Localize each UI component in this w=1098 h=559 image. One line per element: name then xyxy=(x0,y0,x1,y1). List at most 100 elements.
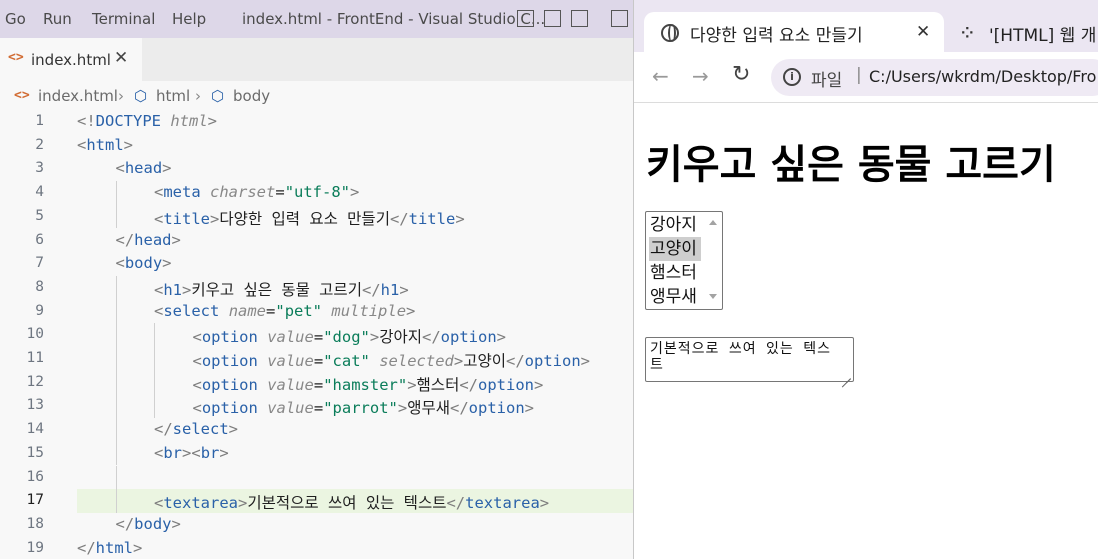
code-line[interactable]: 8 <h1>키우고 싶은 동물 고르기</h1> xyxy=(0,275,633,300)
code-token: html xyxy=(170,112,208,130)
code-editor[interactable]: 1 <!DOCTYPE html> 2 <html> 3 <head> 4 <meta cha… xyxy=(0,110,633,559)
toggle-secondary-sidebar-icon[interactable] xyxy=(571,10,588,27)
code-token: > xyxy=(238,494,248,513)
textarea[interactable]: 기본적으로 쓰여 있는 텍스트 xyxy=(645,337,854,382)
line-number: 7 xyxy=(35,255,44,272)
info-icon[interactable]: i xyxy=(783,68,801,86)
code-token: </ xyxy=(115,514,135,533)
menu-help[interactable]: Help xyxy=(172,10,206,28)
code-token: "pet" xyxy=(275,301,323,320)
editor-tab-index-html[interactable]: <> index.html ✕ xyxy=(0,38,142,81)
code-line[interactable]: 12 <option value="hamster">햄스터</option> xyxy=(0,370,633,395)
close-icon[interactable]: ✕ xyxy=(916,22,930,42)
browser-tab-second[interactable]: ⁘ '[HTML] 웹 개 xyxy=(954,12,1098,52)
code-token: option xyxy=(201,328,258,347)
address-bar[interactable]: i 파일 | C:/Users/wkrdm/Desktop/Fro xyxy=(771,59,1098,96)
code-text: <textarea>기본적으로 쓰여 있는 텍스트</textarea> xyxy=(154,491,549,513)
resize-grip-icon[interactable] xyxy=(841,369,851,379)
code-token: br xyxy=(200,443,220,462)
menu-terminal[interactable]: Terminal xyxy=(92,10,155,28)
code-line[interactable]: 2 <html> xyxy=(0,134,633,158)
code-text: <meta charset="utf-8"> xyxy=(154,183,359,201)
toggle-panel-icon[interactable] xyxy=(544,10,561,27)
menu-go[interactable]: Go xyxy=(5,10,26,28)
line-number: 4 xyxy=(35,184,44,201)
code-token: "dog" xyxy=(323,328,370,347)
code-line[interactable]: 4 <meta charset="utf-8"> xyxy=(0,181,633,205)
line-number: 6 xyxy=(35,231,44,248)
indent-guide xyxy=(115,418,117,442)
code-token: h1 xyxy=(380,280,400,299)
code-token: </ xyxy=(446,494,466,513)
code-token: 햄스터 xyxy=(416,375,460,394)
code-line[interactable]: 18 </body> xyxy=(0,513,633,537)
code-line[interactable]: 11 <option value="cat" selected>고양이</opti… xyxy=(0,347,633,371)
code-token: > xyxy=(219,443,229,462)
code-token: option xyxy=(440,328,497,347)
code-token: h1 xyxy=(163,280,183,299)
back-arrow-icon[interactable]: ← xyxy=(652,64,669,88)
code-token: < xyxy=(154,280,164,299)
code-line[interactable]: 17 <textarea>기본적으로 쓰여 있는 텍스트</textarea> xyxy=(27,489,633,514)
select-option-parrot[interactable]: 앵무새 xyxy=(649,285,701,309)
code-token: option xyxy=(524,352,581,370)
code-token: html xyxy=(95,538,133,557)
browser-tab-active[interactable]: 다양한 입력 요소 만들기 ✕ xyxy=(644,12,944,52)
code-token: > xyxy=(182,280,192,299)
close-icon[interactable]: ✕ xyxy=(114,48,128,68)
customize-layout-icon[interactable] xyxy=(611,10,628,27)
code-line[interactable]: 3 <head> xyxy=(0,157,633,181)
code-line[interactable]: 6 </head> xyxy=(0,229,633,253)
code-token: > xyxy=(524,399,534,418)
code-line[interactable]: 16 xyxy=(0,465,633,490)
scroll-up-arrow-icon[interactable] xyxy=(709,220,717,225)
code-line[interactable]: 13 <option value="parrot">앵무새</option> xyxy=(0,394,633,419)
menu-run[interactable]: Run xyxy=(43,10,72,28)
select-option-hamster[interactable]: 햄스터 xyxy=(649,261,701,285)
code-token: meta xyxy=(163,183,201,202)
code-text: <option value="parrot">앵무새</option> xyxy=(193,396,535,418)
code-line[interactable]: 14 </select> xyxy=(0,418,633,442)
code-token: textarea xyxy=(465,494,540,513)
code-line[interactable]: 19 </html> xyxy=(0,537,633,559)
code-line[interactable]: 15 <br><br> xyxy=(0,441,633,466)
breadcrumb-file[interactable]: index.html xyxy=(38,87,118,105)
code-line[interactable]: 9 <select name="pet" multiple> xyxy=(0,299,633,324)
browser-toolbar: ← → ↻ i 파일 | C:/Users/wkrdm/Desktop/Fro xyxy=(634,52,1098,103)
indent-guide xyxy=(154,370,155,395)
select-option-dog[interactable]: 강아지 xyxy=(649,213,701,237)
window-title: index.html - FrontEnd - Visual Studio C.… xyxy=(242,10,546,28)
code-token: > xyxy=(123,135,134,154)
code-line[interactable]: 1 <!DOCTYPE html> xyxy=(0,110,633,134)
code-line[interactable]: 10 <option value="dog">강아지</option> xyxy=(0,323,633,347)
breadcrumb-body[interactable]: body xyxy=(233,87,270,105)
code-token: </ xyxy=(449,399,469,418)
line-number: 19 xyxy=(26,539,44,556)
code-token: select xyxy=(172,420,229,439)
breadcrumb-html[interactable]: html xyxy=(156,87,190,105)
code-token: html xyxy=(86,135,124,154)
code-token: = xyxy=(313,375,324,394)
editor-tab-label: index.html xyxy=(31,51,111,69)
toggle-primary-sidebar-icon[interactable] xyxy=(517,10,534,27)
forward-arrow-icon[interactable]: → xyxy=(692,64,709,88)
code-line[interactable]: 5 <title>다양한 입력 요소 만들기</title> xyxy=(0,204,633,229)
code-token: < xyxy=(154,183,164,202)
reload-icon[interactable]: ↻ xyxy=(732,62,750,87)
select-option-cat[interactable]: 고양이 xyxy=(649,237,701,261)
code-token: </ xyxy=(506,352,525,370)
code-text: </head> xyxy=(116,231,181,249)
scroll-down-arrow-icon[interactable] xyxy=(709,294,717,299)
browser-window: 다양한 입력 요소 만들기 ✕ ⁘ '[HTML] 웹 개 ← → ↻ i 파일… xyxy=(633,0,1098,559)
code-text: <title>다양한 입력 요소 만들기</title> xyxy=(154,207,465,229)
code-token: head xyxy=(124,159,163,178)
code-line[interactable]: 7 <body> xyxy=(0,252,633,276)
pet-multi-select[interactable]: 강아지 고양이 햄스터 앵무새 xyxy=(645,211,723,310)
line-number: 11 xyxy=(26,350,44,366)
code-token: = xyxy=(266,301,276,320)
